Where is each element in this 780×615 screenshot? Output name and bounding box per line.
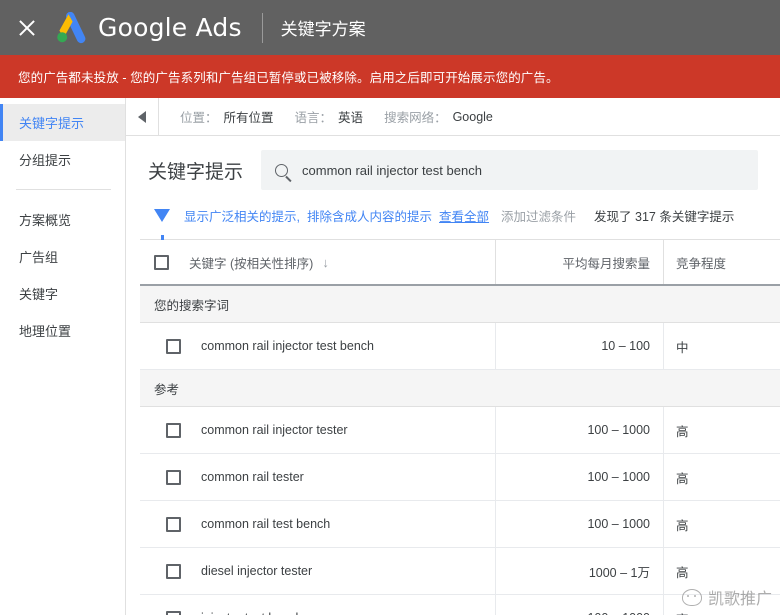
filter-broad-match[interactable]: 显示广泛相关的提示, xyxy=(184,206,300,225)
table-row[interactable]: diesel injector tester 1000 – 1万 高 xyxy=(140,548,780,595)
filter-network[interactable]: 搜索网络： Google xyxy=(384,107,493,126)
google-ads-logo-icon xyxy=(54,11,88,44)
row-keyword-text: common rail test bench xyxy=(201,517,331,531)
header-keyword-label: 关键字 (按相关性排序) xyxy=(189,256,314,271)
filter-language-value: 英语 xyxy=(338,111,364,125)
filter-location-value: 所有位置 xyxy=(223,111,274,125)
table-header-row: 关键字 (按相关性排序) ↓ 平均每月搜索量 竞争程度 xyxy=(140,239,780,286)
search-icon xyxy=(275,163,289,177)
sidebar-item-plan-overview[interactable]: 方案概览 xyxy=(0,201,125,238)
row-cell-volume: 100 – 1000 xyxy=(495,595,663,615)
row-checkbox[interactable] xyxy=(166,469,181,485)
sort-descending-icon[interactable]: ↓ xyxy=(322,255,329,270)
view-all-link[interactable]: 查看全部 xyxy=(439,206,489,225)
filter-funnel-icon[interactable] xyxy=(154,209,170,240)
row-cell-volume: 10 – 100 xyxy=(495,323,663,369)
row-checkbox[interactable] xyxy=(166,563,181,579)
row-checkbox[interactable] xyxy=(166,516,181,532)
row-cell-competition: 高 xyxy=(663,548,780,594)
sidebar-item-keywords[interactable]: 关键字 xyxy=(0,275,125,312)
table-row[interactable]: common rail injector tester 100 – 1000 高 xyxy=(140,407,780,454)
back-arrow-icon[interactable] xyxy=(126,98,159,135)
group-title: 您的搜索字词 xyxy=(154,298,230,313)
row-cell-volume: 1000 – 1万 xyxy=(495,548,663,594)
sidebar: 关键字提示 分组提示 方案概览 广告组 关键字 地理位置 xyxy=(0,98,126,615)
alert-message: 您的广告都未投放 - 您的广告系列和广告组已暂停或已被移除。启用之后即可开始展示… xyxy=(18,71,559,85)
select-all-checkbox[interactable] xyxy=(154,254,169,270)
row-keyword-text: common rail tester xyxy=(201,470,304,484)
filter-location-label: 位置： xyxy=(180,111,218,125)
table-row[interactable]: common rail test bench 100 – 1000 高 xyxy=(140,501,780,548)
header-divider xyxy=(261,12,263,43)
header-cell-volume[interactable]: 平均每月搜索量 xyxy=(495,240,663,284)
filter-summary-bar: 位置： 所有位置 语言： 英语 搜索网络： Google xyxy=(126,98,780,136)
app-header: Google Ads 关键字方案 xyxy=(0,0,780,55)
sidebar-item-label: 分组提示 xyxy=(19,153,72,168)
row-cell-keyword: common rail tester xyxy=(140,469,495,485)
sidebar-item-label: 方案概览 xyxy=(19,213,72,228)
brand-title: Google Ads xyxy=(98,13,242,42)
search-row: 关键字提示 common rail injector test bench xyxy=(126,136,780,190)
alert-banner: 您的广告都未投放 - 您的广告系列和广告组已暂停或已被移除。启用之后即可开始展示… xyxy=(0,55,780,98)
sidebar-divider xyxy=(16,189,111,190)
page-subtitle: 关键字方案 xyxy=(280,20,366,39)
table-row[interactable]: common rail injector test bench 10 – 100… xyxy=(140,323,780,370)
row-cell-competition: 高 xyxy=(663,454,780,500)
row-cell-keyword: common rail injector test bench xyxy=(140,338,495,354)
filter-network-value: Google xyxy=(452,109,493,124)
header-cell-competition[interactable]: 竞争程度 xyxy=(663,240,780,284)
row-cell-competition: 中 xyxy=(663,323,780,369)
row-cell-volume: 100 – 1000 xyxy=(495,407,663,453)
row-cell-keyword: diesel injector tester xyxy=(140,563,495,579)
filter-network-label: 搜索网络： xyxy=(384,111,447,125)
row-checkbox[interactable] xyxy=(166,338,181,354)
main-panel: 位置： 所有位置 语言： 英语 搜索网络： Google 关键字提示 commo… xyxy=(126,98,780,615)
row-cell-competition: 高 xyxy=(663,407,780,453)
result-count: 发现了 317 条关键字提示 xyxy=(594,210,735,224)
sidebar-item-group-ideas[interactable]: 分组提示 xyxy=(0,141,125,178)
sidebar-item-locations[interactable]: 地理位置 xyxy=(0,312,125,349)
row-cell-volume: 100 – 1000 xyxy=(495,454,663,500)
table-group-header: 您的搜索字词 xyxy=(140,286,780,323)
table-row[interactable]: injector test bench 100 – 1000 高 xyxy=(140,595,780,615)
row-cell-competition: 高 xyxy=(663,595,780,615)
row-keyword-text: injector test bench xyxy=(201,611,302,615)
row-cell-volume: 100 – 1000 xyxy=(495,501,663,547)
table-row[interactable]: common rail tester 100 – 1000 高 xyxy=(140,454,780,501)
filter-exclude-adult[interactable]: 排除含成人内容的提示 xyxy=(307,206,432,225)
row-cell-keyword: common rail test bench xyxy=(140,516,495,532)
row-cell-keyword: common rail injector tester xyxy=(140,422,495,438)
keyword-ideas-table: 关键字 (按相关性排序) ↓ 平均每月搜索量 竞争程度 您的搜索字词 commo… xyxy=(140,239,780,615)
add-filter-button[interactable]: 添加过滤条件 xyxy=(501,206,576,225)
row-cell-keyword: injector test bench xyxy=(140,610,495,615)
group-title: 参考 xyxy=(154,382,180,397)
row-checkbox[interactable] xyxy=(166,422,181,438)
sidebar-item-label: 关键字 xyxy=(19,287,59,302)
sidebar-item-label: 广告组 xyxy=(19,250,59,265)
row-checkbox[interactable] xyxy=(166,610,181,615)
filter-language[interactable]: 语言： 英语 xyxy=(295,107,364,126)
page-title: 关键字提示 xyxy=(148,161,244,183)
row-keyword-text: common rail injector tester xyxy=(201,423,348,437)
row-cell-competition: 高 xyxy=(663,501,780,547)
sidebar-item-label: 关键字提示 xyxy=(19,116,85,131)
page-body: 关键字提示 分组提示 方案概览 广告组 关键字 地理位置 位置： 所有位置 语言… xyxy=(0,98,780,615)
filter-language-label: 语言： xyxy=(294,111,333,125)
header-cell-keyword: 关键字 (按相关性排序) ↓ xyxy=(140,253,495,272)
filter-location[interactable]: 位置： 所有位置 xyxy=(180,107,274,126)
table-group-header: 参考 xyxy=(140,370,780,407)
row-keyword-text: diesel injector tester xyxy=(201,564,313,578)
close-icon[interactable] xyxy=(14,15,40,41)
sidebar-item-ad-groups[interactable]: 广告组 xyxy=(0,238,125,275)
search-input[interactable]: common rail injector test bench xyxy=(261,150,758,190)
row-keyword-text: common rail injector test bench xyxy=(201,339,374,353)
sidebar-item-label: 地理位置 xyxy=(19,324,72,339)
search-input-value: common rail injector test bench xyxy=(302,162,482,178)
sidebar-item-keyword-ideas[interactable]: 关键字提示 xyxy=(0,104,125,141)
filters-row: 显示广泛相关的提示, 排除含成人内容的提示 查看全部 添加过滤条件 发现了 31… xyxy=(126,190,780,240)
